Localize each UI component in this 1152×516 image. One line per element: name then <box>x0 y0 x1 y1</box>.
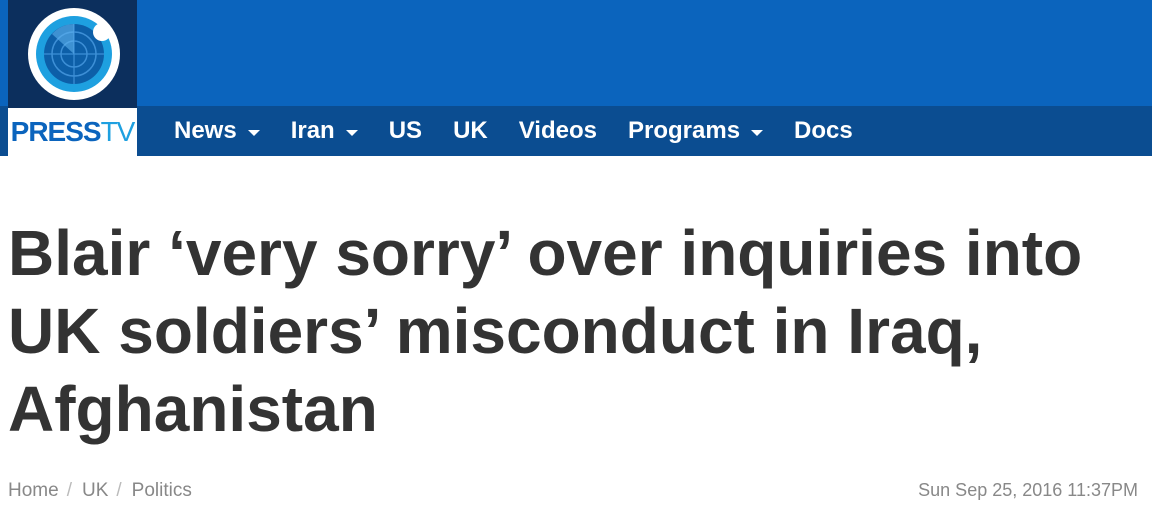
logo-word-press: PRESS <box>10 116 102 147</box>
nav-item-programs[interactable]: Programs <box>628 117 764 145</box>
nav-item-label: UK <box>453 117 488 144</box>
nav-item-label: Iran <box>290 117 335 144</box>
main-nav: News Iran US UK Videos Programs Docs <box>174 106 884 156</box>
breadcrumb-separator: / <box>66 480 72 501</box>
caret-down-icon <box>247 130 260 136</box>
nav-item-uk[interactable]: UK <box>453 117 488 145</box>
article-headline: Blair ‘very sorry’ over inquiries into U… <box>8 217 1083 445</box>
nav-item-iran[interactable]: Iran <box>291 117 358 145</box>
breadcrumb-home[interactable]: Home <box>8 480 59 502</box>
globe-radar-icon <box>28 8 120 100</box>
breadcrumb-politics[interactable]: Politics <box>132 480 192 502</box>
nav-item-label: News <box>174 117 237 144</box>
article-timestamp: Sun Sep 25, 2016 11:37PM <box>918 480 1138 500</box>
caret-down-icon <box>751 130 764 136</box>
nav-item-label: Programs <box>628 117 741 144</box>
nav-item-label: Videos <box>518 117 597 144</box>
breadcrumb-separator: / <box>116 480 122 501</box>
breadcrumb-uk[interactable]: UK <box>82 480 108 502</box>
nav-item-news[interactable]: News <box>174 117 260 145</box>
logo-word-tv: TV <box>100 116 136 147</box>
nav-item-videos[interactable]: Videos <box>519 117 597 145</box>
nav-item-docs[interactable]: Docs <box>794 117 853 145</box>
nav-item-us[interactable]: US <box>389 117 422 145</box>
caret-down-icon <box>345 130 358 136</box>
logo-wordmark: PRESSTV <box>8 114 137 150</box>
nav-item-label: US <box>388 117 423 144</box>
breadcrumb: Home / UK / Politics <box>8 480 192 502</box>
header-top-band <box>0 0 1152 106</box>
nav-item-label: Docs <box>794 117 853 144</box>
site-logo[interactable]: PRESSTV <box>8 0 137 156</box>
